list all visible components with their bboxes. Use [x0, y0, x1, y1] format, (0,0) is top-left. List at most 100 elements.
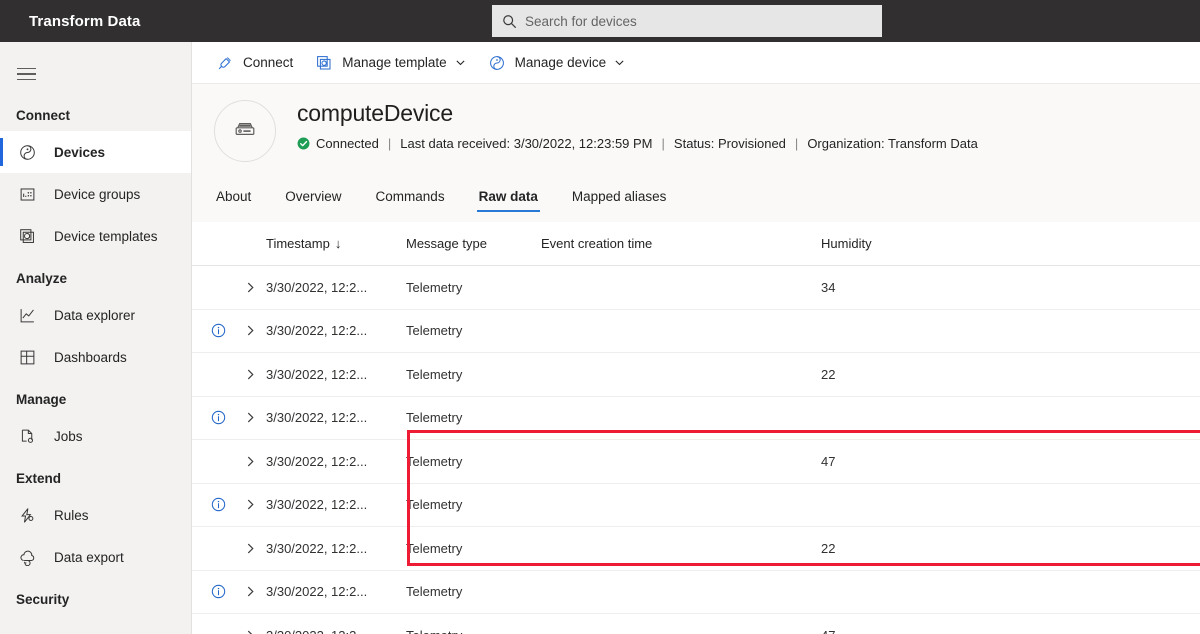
- row-expand-cell[interactable]: [234, 542, 266, 555]
- cell-humidity: 47: [821, 628, 1011, 634]
- column-header-humidity[interactable]: Humidity: [821, 236, 1011, 251]
- search-box[interactable]: [492, 5, 882, 37]
- row-info-cell[interactable]: [202, 323, 234, 338]
- main-content: Connect Manage template Manage device co…: [192, 42, 1200, 634]
- cell-message-type: Telemetry: [406, 497, 463, 513]
- raw-data-table: Timestamp ↓ Message type Event creation t…: [192, 222, 1200, 634]
- separator: |: [661, 136, 665, 151]
- info-circle-icon[interactable]: [211, 323, 226, 338]
- row-expand-cell[interactable]: [234, 585, 266, 598]
- last-data-received: Last data received: 3/30/2022, 12:23:59 …: [400, 136, 653, 151]
- tab-mapped-aliases[interactable]: Mapped aliases: [570, 189, 669, 212]
- status-badge: Connected: [297, 136, 379, 151]
- row-expand-cell[interactable]: [234, 368, 266, 381]
- row-info-cell[interactable]: [202, 584, 234, 599]
- column-header-event-creation-time[interactable]: Event creation time: [541, 236, 821, 251]
- sidebar-item-label: Devices: [54, 144, 106, 160]
- chevron-right-icon[interactable]: [244, 281, 257, 294]
- table-row[interactable]: 3/30/2022, 12:2... Telemetry: [192, 310, 1200, 353]
- top-app-bar: Transform Data: [0, 0, 1200, 42]
- tab-commands[interactable]: Commands: [374, 189, 447, 212]
- cell-timestamp: 3/30/2022, 12:2...: [266, 540, 368, 556]
- chevron-right-icon[interactable]: [244, 368, 257, 381]
- device-templates-icon: [16, 225, 38, 247]
- device-hardware-icon: [231, 115, 259, 148]
- manage-device-icon: [488, 54, 506, 72]
- device-status-line: Connected | Last data received: 3/30/202…: [297, 136, 978, 151]
- separator: |: [794, 136, 799, 151]
- row-info-cell[interactable]: [202, 497, 234, 512]
- tab-raw-data[interactable]: Raw data: [476, 189, 541, 212]
- cell-timestamp: 3/30/2022, 12:2...: [266, 628, 406, 634]
- device-groups-icon: [16, 183, 38, 205]
- row-expand-cell[interactable]: [234, 629, 266, 634]
- cell-humidity: 47: [821, 453, 836, 469]
- info-circle-icon[interactable]: [211, 410, 226, 425]
- manage-template-icon: [315, 54, 333, 72]
- jobs-icon: [16, 425, 38, 447]
- chevron-right-icon[interactable]: [244, 585, 257, 598]
- column-header-message-type[interactable]: Message type: [406, 236, 541, 251]
- table-row[interactable]: 3/30/2022, 12:2... Telemetry 34: [192, 266, 1200, 310]
- connect-plug-icon: [216, 54, 234, 72]
- column-header-timestamp[interactable]: Timestamp ↓: [266, 236, 406, 251]
- sidebar-item-dashboards[interactable]: Dashboards: [0, 336, 191, 378]
- connect-button[interactable]: Connect: [216, 42, 293, 84]
- chevron-right-icon[interactable]: [244, 498, 257, 511]
- sidebar-item-devices[interactable]: Devices: [0, 131, 191, 173]
- table-row[interactable]: 3/30/2022, 12:2...Telemetry47: [192, 440, 1200, 484]
- row-expand-cell[interactable]: [234, 324, 266, 337]
- tab-overview[interactable]: Overview: [283, 189, 343, 212]
- table-row[interactable]: 3/30/2022, 12:2... Telemetry: [192, 397, 1200, 440]
- chevron-right-icon[interactable]: [244, 629, 257, 634]
- row-expand-cell[interactable]: [234, 498, 266, 511]
- sidebar-item-device-templates[interactable]: Device templates: [0, 215, 191, 257]
- command-label: Manage template: [342, 55, 447, 70]
- tab-about[interactable]: About: [214, 189, 253, 212]
- chevron-right-icon[interactable]: [244, 324, 257, 337]
- sidebar-group-manage: Manage: [16, 392, 67, 407]
- manage-device-button[interactable]: Manage device: [488, 42, 626, 84]
- command-bar: Connect Manage template Manage device: [192, 42, 1200, 84]
- chevron-right-icon[interactable]: [244, 542, 257, 555]
- sidebar-item-jobs[interactable]: Jobs: [0, 415, 191, 457]
- cell-message-type: Telemetry: [406, 410, 463, 426]
- rules-icon: [16, 504, 38, 526]
- table-row[interactable]: 3/30/2022, 12:2... Telemetry: [192, 484, 1200, 527]
- sidebar-item-device-groups[interactable]: Device groups: [0, 173, 191, 215]
- cell-message-type: Telemetry: [406, 540, 463, 556]
- sidebar-item-rules[interactable]: Rules: [0, 494, 191, 536]
- cell-timestamp: 3/30/2022, 12:2...: [266, 279, 368, 295]
- green-check-circle-icon: [297, 137, 310, 150]
- info-circle-icon[interactable]: [211, 584, 226, 599]
- table-header-row: Timestamp ↓ Message type Event creation t…: [192, 222, 1200, 266]
- avatar: [214, 100, 276, 162]
- manage-template-button[interactable]: Manage template: [315, 42, 465, 84]
- row-expand-cell[interactable]: [234, 281, 266, 294]
- cell-message-type: Telemetry: [406, 279, 463, 295]
- row-expand-cell[interactable]: [234, 455, 266, 468]
- table-row[interactable]: 3/30/2022, 12:2...Telemetry47: [192, 614, 1200, 634]
- chevron-right-icon[interactable]: [244, 411, 257, 424]
- row-info-cell[interactable]: [202, 410, 234, 425]
- sidebar-group-analyze: Analyze: [16, 271, 68, 286]
- row-expand-cell[interactable]: [234, 411, 266, 424]
- sidebar-item-label: Data explorer: [54, 307, 136, 323]
- table-row[interactable]: 3/30/2022, 12:2... Telemetry 22: [192, 353, 1200, 397]
- search-input[interactable]: [525, 6, 845, 36]
- sidebar-item-data-explorer[interactable]: Data explorer: [0, 294, 191, 336]
- table-row[interactable]: 3/30/2022, 12:2... Telemetry: [192, 571, 1200, 614]
- command-label: Manage device: [514, 55, 607, 70]
- sidebar-item-label: Device groups: [54, 186, 141, 202]
- info-circle-icon[interactable]: [211, 497, 226, 512]
- hamburger-menu-icon[interactable]: [6, 54, 46, 94]
- organization: Organization: Transform Data: [807, 136, 978, 151]
- chevron-right-icon[interactable]: [244, 455, 257, 468]
- sidebar-group-security: Security: [16, 592, 70, 607]
- cell-message-type: Telemetry: [406, 453, 463, 469]
- device-meta: computeDevice Connected | Last data rece…: [297, 98, 978, 151]
- table-row[interactable]: 3/30/2022, 12:2... Telemetry 22: [192, 527, 1200, 571]
- page-title: computeDevice: [297, 100, 453, 126]
- column-header-label: Timestamp: [266, 236, 330, 251]
- sidebar-item-data-export[interactable]: Data export: [0, 536, 191, 578]
